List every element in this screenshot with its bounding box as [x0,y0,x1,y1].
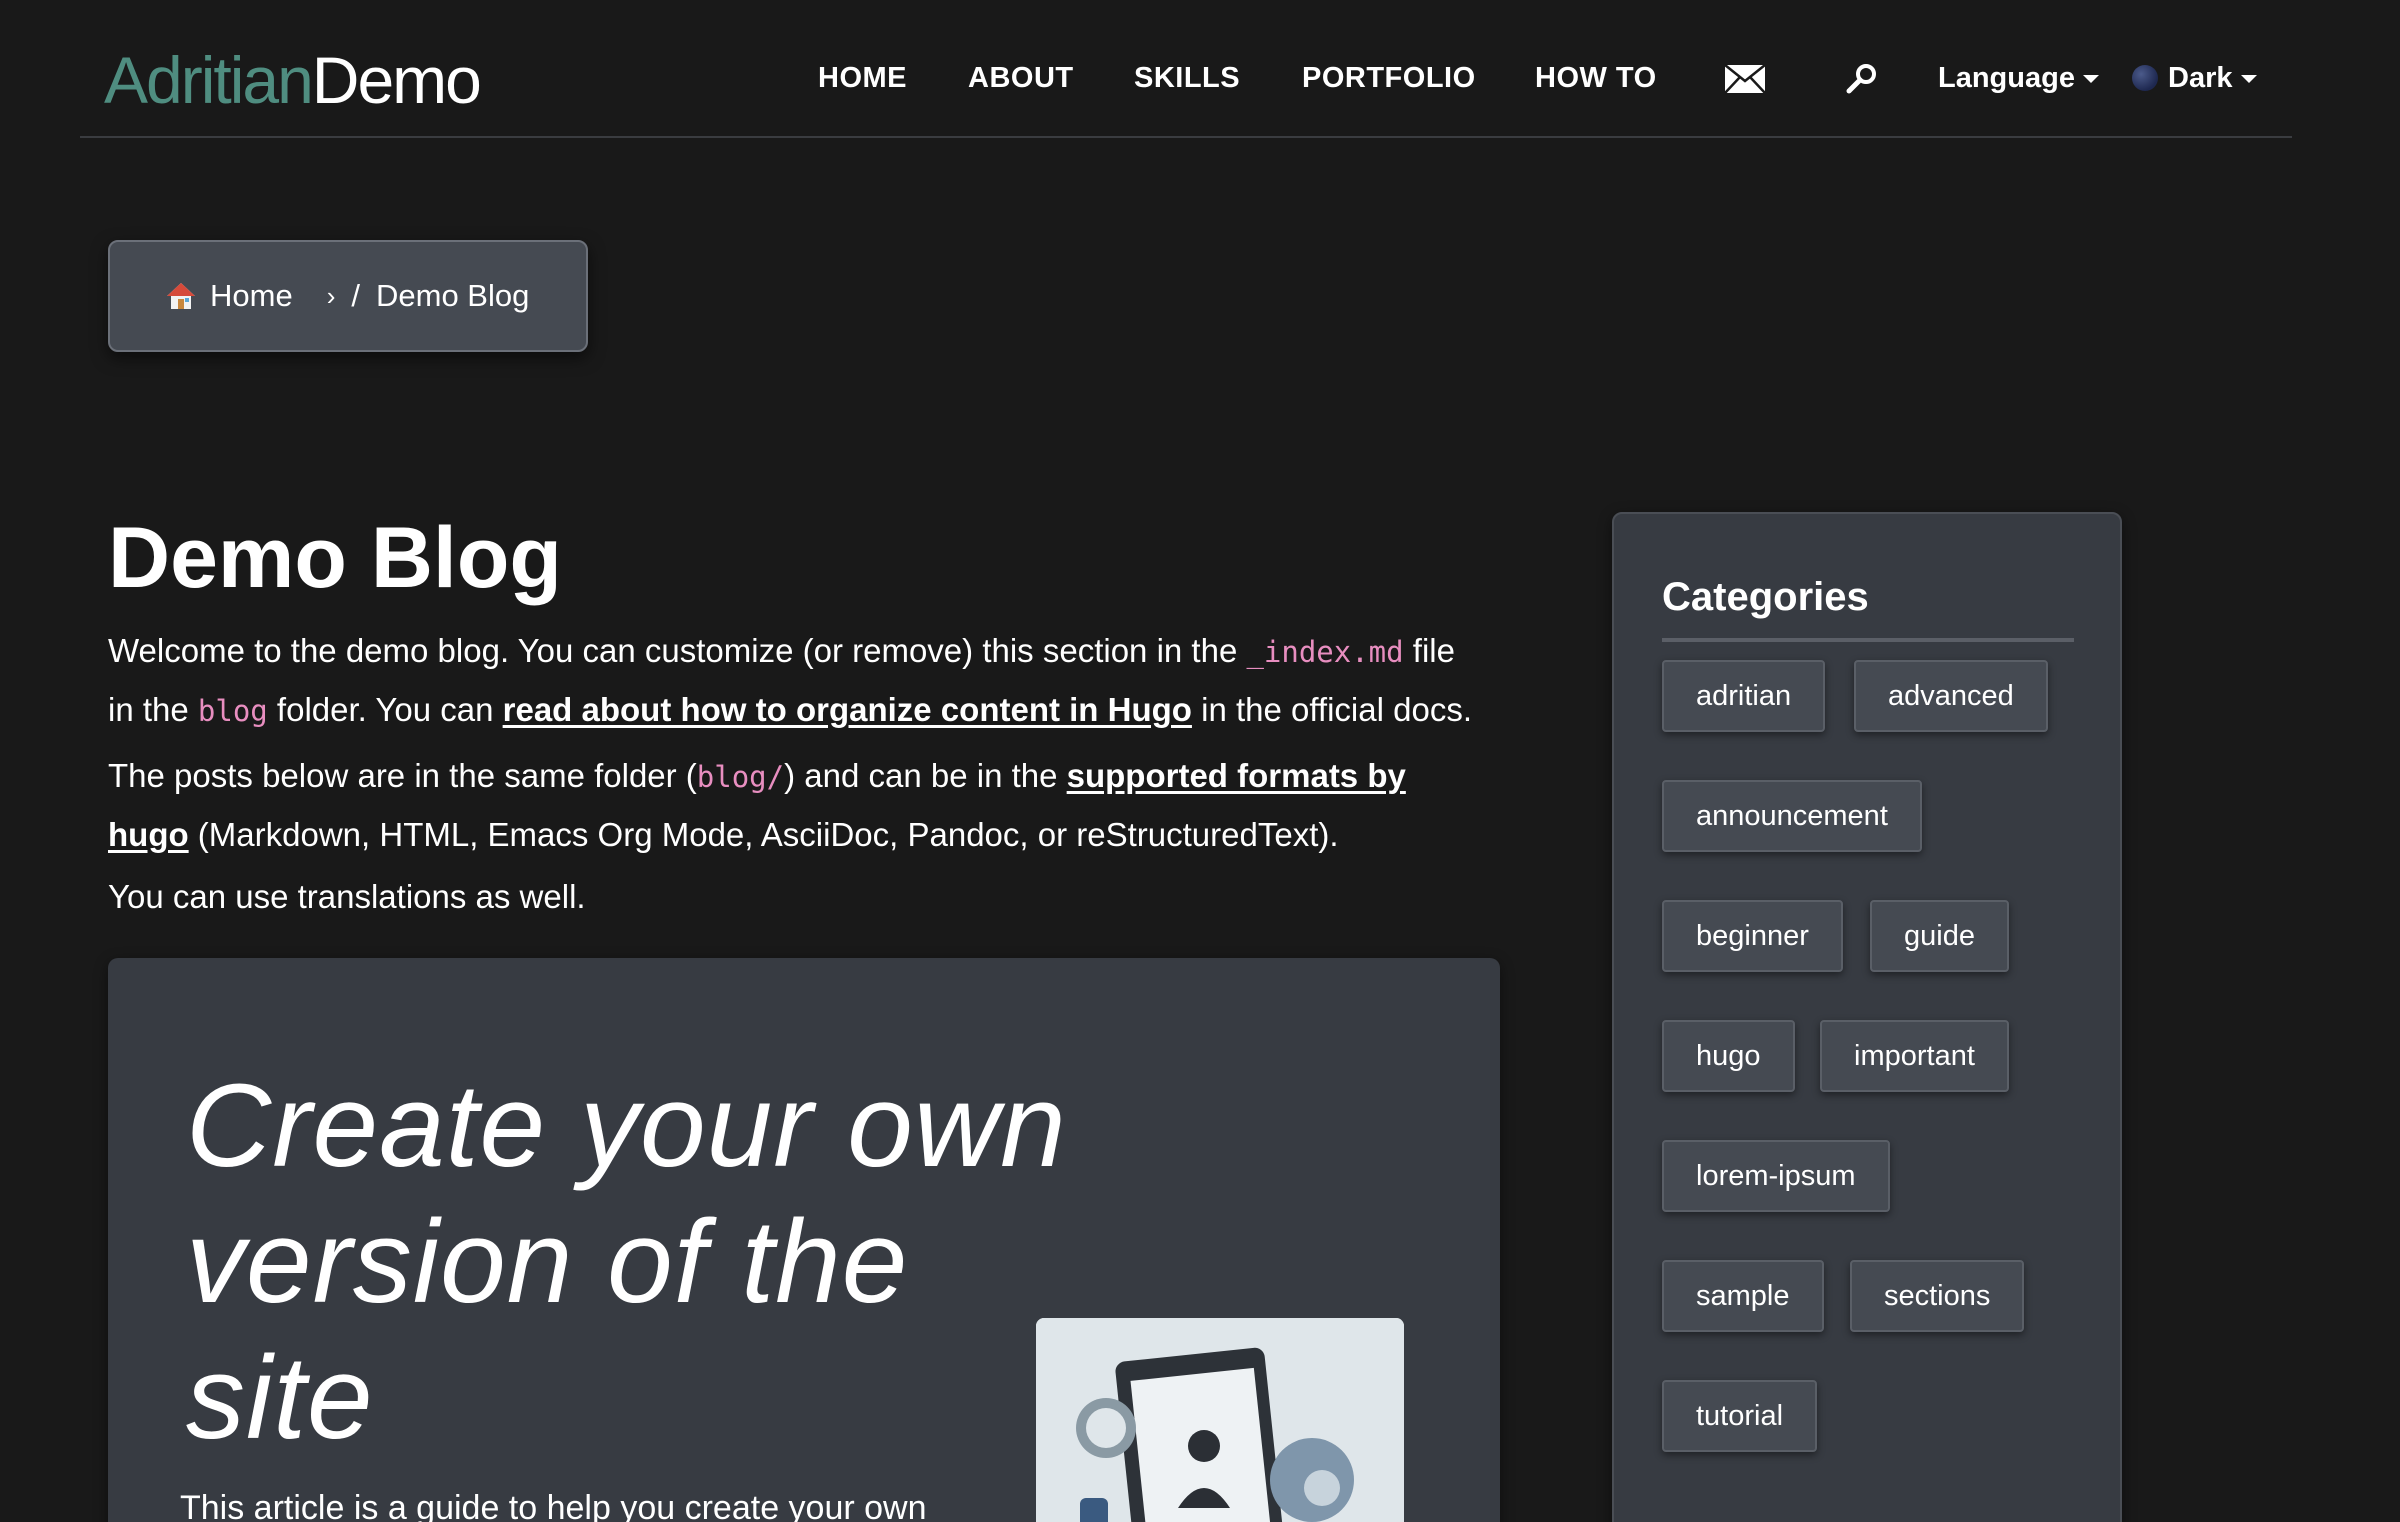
code-index-md: _index.md [1246,635,1404,669]
category-tag-lorem-ipsum[interactable]: lorem-ipsum [1662,1140,1890,1212]
nav-home[interactable]: HOME [818,58,907,98]
category-tag-adritian[interactable]: adritian [1662,660,1826,732]
post-illustration [1036,1318,1404,1522]
breadcrumb-slash: / [351,278,360,313]
intro-paragraph-3: You can use translations as well. [108,878,586,915]
link-supported-formats[interactable]: supported formats by [1067,757,1406,794]
chevron-down-icon [2082,75,2099,83]
category-tag-announcement[interactable]: announcement [1662,780,1922,852]
intro-text: file [1403,632,1455,669]
intro-text: in the [108,691,198,728]
code-blog: blog [197,694,268,728]
intro-paragraph-2: The posts below are in the same folder (… [108,747,1508,864]
category-tag-beginner[interactable]: beginner [1662,900,1843,972]
page: AdritianDemo HOME ABOUT SKILLS PORTFOLIO… [0,0,2400,1522]
code-blog-folder: blog/ [696,760,785,794]
featured-post-card[interactable]: Create your own version of the site This… [108,958,1500,1522]
navbar: AdritianDemo HOME ABOUT SKILLS PORTFOLIO… [80,0,2292,138]
category-tag-important[interactable]: important [1820,1020,2009,1092]
breadcrumb-separator: › [326,280,336,311]
nav-about[interactable]: ABOUT [968,58,1074,98]
intro-text: ) and can be in the [784,757,1067,794]
category-tag-hugo[interactable]: hugo [1662,1020,1795,1092]
category-tag-sections[interactable]: sections [1850,1260,2025,1332]
intro-text: folder. You can [267,691,503,728]
category-tag-guide[interactable]: guide [1870,900,2009,972]
search-icon[interactable] [1846,62,1878,99]
chevron-down-icon [2240,75,2257,83]
nav-how-to[interactable]: HOW TO [1535,58,1657,98]
intro-text: Welcome to the demo blog. You can custom… [108,632,1247,669]
breadcrumb-home[interactable]: Home [210,278,293,314]
brand-part-1: Adritian [104,43,314,117]
breadcrumb-current: Demo Blog [376,278,530,313]
brand-logo[interactable]: AdritianDemo [104,40,482,120]
link-organize-content[interactable]: read about how to organize content in Hu… [503,691,1192,728]
brand-part-2: Demo [311,43,482,117]
post-title[interactable]: Create your own version of the site [186,1058,1086,1466]
post-description: This article is a guide to help you crea… [180,1489,927,1522]
moon-icon [2132,65,2158,91]
category-tag-sample[interactable]: sample [1662,1260,1824,1332]
intro-text: The posts below are in the same folder ( [108,757,697,794]
post-thumbnail[interactable] [1036,1318,1404,1522]
categories-title: Categories [1662,558,2074,642]
category-tag-advanced[interactable]: advanced [1854,660,2048,732]
breadcrumb: Home › / Demo Blog [108,240,588,352]
link-hugo[interactable]: hugo [108,816,189,853]
page-title: Demo Blog [108,510,562,606]
intro-paragraph-1: Welcome to the demo blog. You can custom… [108,622,1508,740]
nav-skills[interactable]: SKILLS [1134,58,1240,98]
category-tag-tutorial[interactable]: tutorial [1662,1380,1818,1452]
intro-text: in the official docs. [1191,691,1472,728]
language-label: Language [1938,62,2075,94]
nav-portfolio[interactable]: PORTFOLIO [1302,58,1476,98]
house-icon [166,281,196,311]
theme-dropdown[interactable]: Dark [2132,58,2257,98]
intro-text: (Markdown, HTML, Emacs Org Mode, AsciiDo… [188,816,1339,853]
envelope-icon[interactable] [1724,64,1766,99]
categories-sidebar: Categories adritian advanced announcemen… [1612,512,2122,1522]
language-dropdown[interactable]: Language [1938,58,2099,98]
theme-label: Dark [2168,62,2233,94]
